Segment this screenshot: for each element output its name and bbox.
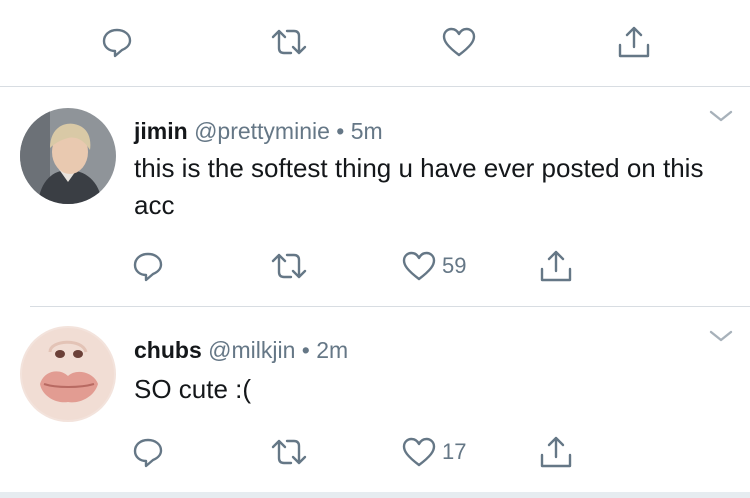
tweet-text: this is the softest thing u have ever po… [134, 153, 704, 220]
reply-icon [133, 438, 163, 468]
like-icon [442, 27, 476, 57]
top-retweet-button[interactable] [270, 22, 308, 62]
retweet-button[interactable] [270, 432, 308, 472]
avatar[interactable] [20, 326, 116, 422]
like-button[interactable]: 17 [402, 432, 466, 472]
separator-dot: • [336, 118, 345, 144]
tweet-action-bar: 59 [0, 246, 750, 286]
tweet-header: chubs @milkjin • 2m [134, 337, 348, 364]
chevron-down-icon[interactable] [708, 108, 734, 124]
top-action-bar [0, 22, 750, 62]
separator-dot: • [301, 337, 310, 363]
timestamp[interactable]: 2m [316, 337, 348, 363]
reply-button[interactable] [132, 246, 164, 286]
tweet-jimin[interactable]: jimin @prettyminie • 5m this is the soft… [0, 106, 750, 296]
like-count: 59 [442, 253, 467, 278]
user-handle[interactable]: @milkjin [208, 337, 295, 363]
avatar[interactable] [20, 108, 116, 204]
top-share-button[interactable] [617, 22, 651, 62]
share-icon [540, 250, 572, 282]
share-icon [540, 436, 572, 468]
top-like-button[interactable] [442, 22, 476, 62]
like-icon [402, 437, 436, 467]
tweet-action-bar: 17 [0, 432, 750, 472]
share-button[interactable] [539, 246, 573, 286]
like-count: 17 [442, 439, 467, 464]
retweet-icon [271, 29, 307, 55]
retweet-button[interactable] [270, 246, 308, 286]
divider [0, 86, 750, 87]
reply-icon [133, 252, 163, 282]
display-name[interactable]: jimin [134, 118, 188, 144]
tweet-text: SO cute :( [134, 374, 252, 404]
tweet-header: jimin @prettyminie • 5m [134, 118, 383, 145]
reply-icon [102, 28, 132, 58]
reply-button[interactable] [132, 432, 164, 472]
share-button[interactable] [539, 432, 573, 472]
timestamp[interactable]: 5m [351, 118, 383, 144]
like-button[interactable]: 59 [402, 246, 466, 286]
share-icon [618, 26, 650, 58]
divider [30, 306, 750, 307]
tweet-chubs[interactable]: chubs @milkjin • 2m SO cute :( 17 [0, 326, 750, 476]
bottom-separator [0, 492, 750, 498]
user-handle[interactable]: @prettyminie [194, 118, 330, 144]
retweet-icon [271, 253, 307, 279]
retweet-icon [271, 439, 307, 465]
top-reply-button[interactable] [101, 22, 133, 62]
display-name[interactable]: chubs [134, 337, 202, 363]
chevron-down-icon[interactable] [708, 328, 734, 344]
like-icon [402, 251, 436, 281]
